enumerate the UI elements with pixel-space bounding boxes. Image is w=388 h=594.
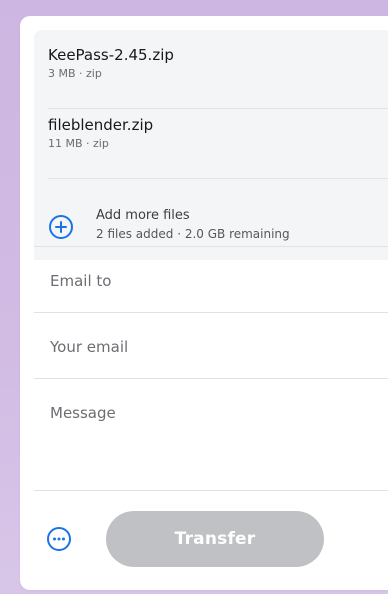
file-list: KeePass-2.45.zip 3 MB · zip fileblender.…: [34, 30, 388, 260]
file-item-2: fileblender.zip 11 MB · zip: [48, 116, 378, 156]
file-name: fileblender.zip: [48, 116, 154, 134]
app-background: KeePass-2.45.zip 3 MB · zip fileblender.…: [0, 0, 388, 594]
field-divider: [34, 378, 388, 379]
files-added-status: 2 files added · 2.0 GB remaining: [96, 227, 290, 241]
file-name: KeePass-2.45.zip: [48, 46, 174, 64]
more-options-icon[interactable]: [46, 526, 72, 552]
transfer-button[interactable]: Transfer: [106, 511, 324, 567]
transfer-panel: KeePass-2.45.zip 3 MB · zip fileblender.…: [20, 16, 388, 590]
message-input[interactable]: Message: [50, 404, 116, 422]
action-bar: Transfer: [20, 490, 388, 590]
plus-circle-icon[interactable]: [48, 214, 74, 240]
file-divider: [48, 178, 388, 179]
field-divider: [34, 312, 388, 313]
add-more-files-label: Add more files: [96, 208, 190, 223]
file-item-1: KeePass-2.45.zip 3 MB · zip: [48, 46, 378, 86]
your-email-input[interactable]: Your email: [50, 338, 128, 356]
section-divider: [34, 246, 388, 247]
email-to-input[interactable]: Email to: [50, 272, 111, 290]
add-more-files-button[interactable]: Add more files 2 files added · 2.0 GB re…: [48, 208, 378, 248]
file-meta: 11 MB · zip: [48, 137, 109, 150]
file-meta: 3 MB · zip: [48, 67, 102, 80]
file-divider: [48, 108, 388, 109]
